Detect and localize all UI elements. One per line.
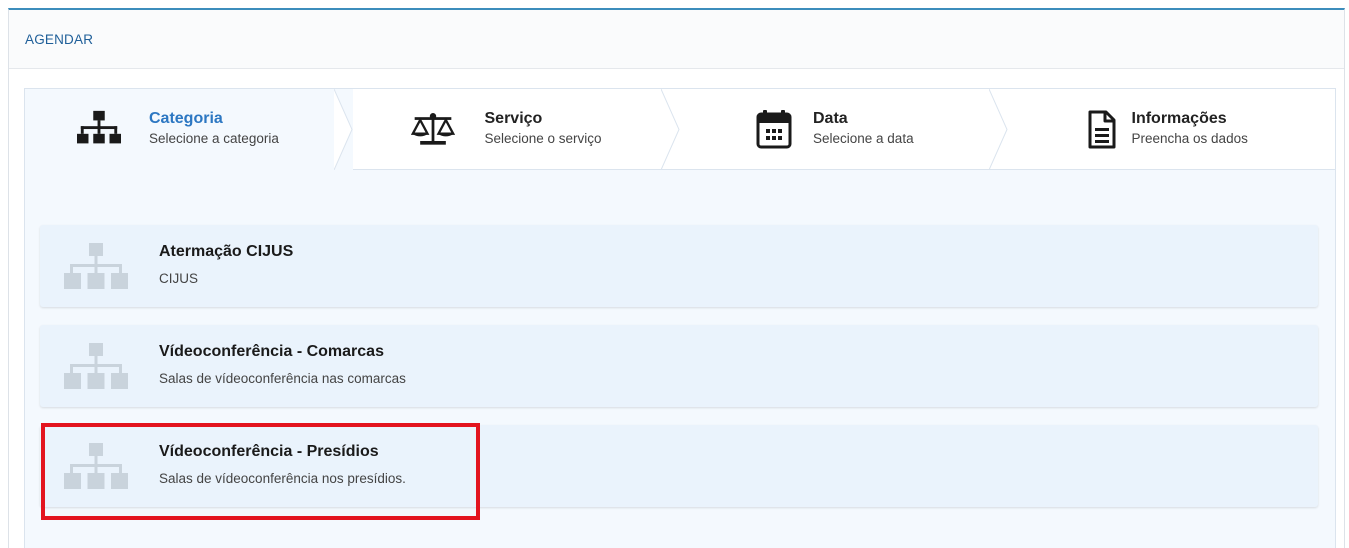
sitemap-icon [64,243,128,289]
step-separator [661,89,680,170]
panel-header: AGENDAR [9,10,1344,69]
wizard-steps: Categoria Selecione a categoria Serviço … [25,89,1335,170]
step-categoria[interactable]: Categoria Selecione a categoria [25,89,353,170]
step-title: Informações [1131,110,1227,127]
step-data[interactable]: Data Selecione a data [680,89,1008,170]
calendar-icon [752,108,796,152]
step-title: Categoria [149,110,223,127]
sitemap-icon [64,443,128,489]
category-subtitle: Salas de vídeoconferência nos presídios. [159,471,406,486]
step-title: Serviço [484,110,543,127]
category-title: Vídeoconferência - Presídios [159,443,379,460]
panel-title: AGENDAR [25,31,94,47]
category-list: Atermação CIJUS CIJUS Vídeoconferência -… [40,225,1318,525]
step-subtitle: Selecione a data [813,131,914,146]
step-separator [333,89,353,170]
step-separator [988,89,1008,170]
category-subtitle: CIJUS [159,271,199,286]
sitemap-icon [64,343,128,389]
balance-scale-icon [410,108,455,152]
category-title: Vídeoconferência - Comarcas [159,343,384,360]
category-title: Atermação CIJUS [159,243,294,260]
step-informacoes[interactable]: Informações Preencha os dados [1007,89,1335,170]
category-subtitle: Salas de vídeoconferência nas comarcas [159,371,406,386]
step-servico[interactable]: Serviço Selecione o serviço [352,89,680,170]
category-card-atermacao-cijus[interactable]: Atermação CIJUS CIJUS [40,225,1318,307]
step-subtitle: Selecione o serviço [484,131,602,146]
sitemap-icon [77,108,121,152]
category-card-videoconferencia-comarcas[interactable]: Vídeoconferência - Comarcas Salas de víd… [40,325,1318,407]
category-card-videoconferencia-presidios[interactable]: Vídeoconferência - Presídios Salas de ví… [40,425,1318,507]
step-subtitle: Preencha os dados [1131,131,1248,146]
file-text-icon [1080,108,1124,152]
step-subtitle: Selecione a categoria [149,131,279,146]
step-title: Data [813,110,848,127]
